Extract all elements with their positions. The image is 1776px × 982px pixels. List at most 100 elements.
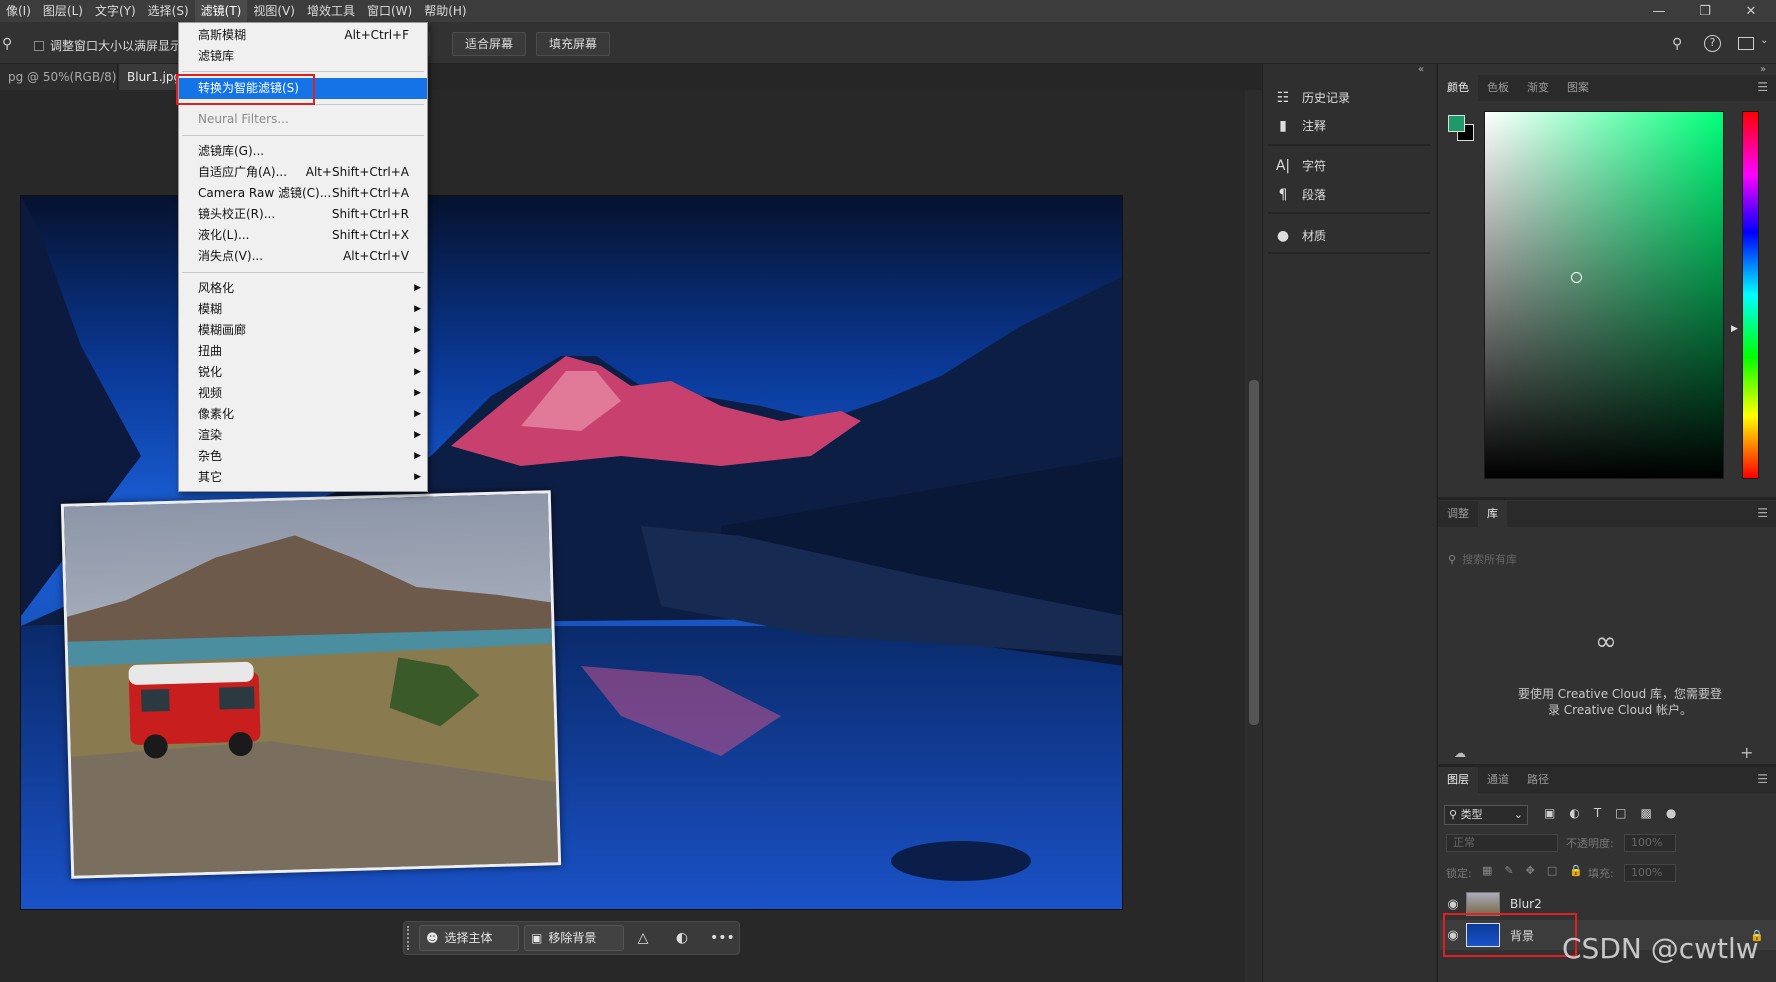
menu-item-other[interactable]: 其它 ▶ xyxy=(179,467,427,488)
restore-icon[interactable]: ❐ xyxy=(1682,0,1728,22)
lock-all-icon[interactable]: 🔒 xyxy=(1569,864,1583,877)
workspace-icon[interactable] xyxy=(1738,37,1754,50)
panel-materials[interactable]: ● 材质 xyxy=(1274,224,1326,248)
help-icon[interactable]: ? xyxy=(1704,35,1721,52)
select-subject-button[interactable]: ☻ 选择主体 xyxy=(419,925,519,951)
menu-item-filter-gallery[interactable]: 滤镜库(G)... xyxy=(179,141,427,162)
tab-swatches[interactable]: 色板 xyxy=(1478,75,1518,101)
collapse-right-icon[interactable]: » xyxy=(1760,64,1766,75)
menu-item-stylize[interactable]: 风格化 ▶ xyxy=(179,278,427,299)
menu-item-vanishing-point[interactable]: 消失点(V)... Alt+Ctrl+V xyxy=(179,246,427,267)
tab-libraries[interactable]: 库 xyxy=(1478,501,1507,527)
lock-artboard-icon[interactable]: □ xyxy=(1547,864,1557,877)
menu-item-render[interactable]: 渲染 ▶ xyxy=(179,425,427,446)
menu-item-sharpen[interactable]: 锐化 ▶ xyxy=(179,362,427,383)
panel-history[interactable]: ☷ 历史记录 xyxy=(1274,86,1350,110)
blend-mode-dropdown[interactable]: 正常 xyxy=(1446,834,1558,852)
smart-object-filter-icon[interactable]: ▩ xyxy=(1641,806,1652,820)
zoom-icon[interactable]: ⚲ xyxy=(2,36,12,52)
menu-item-neural-filters[interactable]: Neural Filters... xyxy=(179,109,427,130)
layer-row-blur2[interactable]: ◉ Blur2 xyxy=(1440,889,1776,919)
menu-item-adaptive-wide-angle[interactable]: 自适应广角(A)... Alt+Shift+Ctrl+A xyxy=(179,162,427,183)
van-landscape-image xyxy=(63,493,562,879)
blur2-layer-photo[interactable] xyxy=(60,490,562,879)
color-picker-cursor[interactable] xyxy=(1571,272,1582,283)
close-icon[interactable]: ✕ xyxy=(1728,0,1774,22)
remove-background-button[interactable]: ▣ 移除背景 xyxy=(524,925,624,951)
menu-plugins[interactable]: 增效工具 xyxy=(301,0,361,22)
color-panel-tabs: 颜色 色板 渐变 图案 xyxy=(1438,75,1776,101)
panel-menu-icon[interactable]: ☰ xyxy=(1757,80,1768,94)
menu-item-distort[interactable]: 扭曲 ▶ xyxy=(179,341,427,362)
menu-item-camera-raw[interactable]: Camera Raw 滤镜(C)... Shift+Ctrl+A xyxy=(179,183,427,204)
pixel-filter-icon[interactable]: ▣ xyxy=(1544,806,1555,820)
resize-window-checkbox[interactable] xyxy=(34,40,44,51)
tab-gradients[interactable]: 渐变 xyxy=(1518,75,1558,101)
menu-item-gaussian-blur[interactable]: 高斯模糊 Alt+Ctrl+F xyxy=(179,25,427,46)
menu-type[interactable]: 文字(Y) xyxy=(89,0,142,22)
fit-screen-button[interactable]: 适合屏幕 xyxy=(452,32,526,56)
color-picker-field[interactable] xyxy=(1484,111,1724,479)
tab-document-1[interactable]: pg @ 50%(RGB/8) × xyxy=(0,64,134,90)
tab-channels[interactable]: 通道 xyxy=(1478,767,1518,793)
panel-paragraph[interactable]: ¶ 段落 xyxy=(1274,183,1326,207)
menu-item-video[interactable]: 视频 ▶ xyxy=(179,383,427,404)
adjustment-filter-icon[interactable]: ◐ xyxy=(1569,806,1579,820)
tab-color[interactable]: 颜色 xyxy=(1438,75,1478,101)
search-icon[interactable]: ⚲ xyxy=(1672,36,1682,52)
filter-toggle-icon[interactable]: ● xyxy=(1666,806,1676,820)
panel-character[interactable]: A| 字符 xyxy=(1274,154,1326,178)
add-icon[interactable]: + xyxy=(1740,743,1753,762)
menu-help[interactable]: 帮助(H) xyxy=(418,0,472,22)
menu-item-blur-gallery[interactable]: 模糊画廊 ▶ xyxy=(179,320,427,341)
menu-filter[interactable]: 滤镜(T) xyxy=(194,0,248,22)
layer-filter-dropdown[interactable]: ⚲ 类型 ⌄ xyxy=(1444,805,1528,825)
more-options-icon[interactable]: ••• xyxy=(710,927,735,949)
opacity-field[interactable]: 100% xyxy=(1624,834,1676,852)
menu-separator xyxy=(182,104,424,105)
tab-patterns[interactable]: 图案 xyxy=(1558,75,1598,101)
menu-item-liquify[interactable]: 液化(L)... Shift+Ctrl+X xyxy=(179,225,427,246)
collapse-left-icon[interactable]: « xyxy=(1418,64,1424,75)
adjustment-icon[interactable]: ◐ xyxy=(671,927,693,949)
lock-move-icon[interactable]: ✥ xyxy=(1526,864,1535,877)
drag-handle-icon[interactable] xyxy=(407,926,411,950)
menu-view[interactable]: 视图(V) xyxy=(247,0,301,22)
shape-filter-icon[interactable]: □ xyxy=(1615,806,1626,820)
menu-window[interactable]: 窗口(W) xyxy=(361,0,418,22)
tab-paths[interactable]: 路径 xyxy=(1518,767,1558,793)
resize-window-option[interactable]: 调整窗口大小以满屏显示 xyxy=(34,37,182,54)
foreground-color-swatch[interactable] xyxy=(1448,115,1465,132)
panel-history-label: 历史记录 xyxy=(1302,91,1351,105)
menu-item-blur[interactable]: 模糊 ▶ xyxy=(179,299,427,320)
fill-field[interactable]: 100% xyxy=(1624,864,1676,882)
menu-image[interactable]: 像(I) xyxy=(0,0,37,22)
menu-item-lens-correction[interactable]: 镜头校正(R)... Shift+Ctrl+R xyxy=(179,204,427,225)
fill-screen-button[interactable]: 填充屏幕 xyxy=(536,32,610,56)
tab-adjustments[interactable]: 调整 xyxy=(1438,501,1478,527)
visibility-eye-icon[interactable]: ◉ xyxy=(1440,897,1466,912)
tab-layers[interactable]: 图层 xyxy=(1438,767,1478,793)
library-search[interactable]: ⚲ 搜索所有库 xyxy=(1448,548,1766,570)
lock-transparency-icon[interactable]: ▦ xyxy=(1482,864,1492,877)
menu-item-pixelate[interactable]: 像素化 ▶ xyxy=(179,404,427,425)
minimize-icon[interactable]: — xyxy=(1636,0,1682,22)
tab-blur1[interactable]: Blur1.jpg xyxy=(119,64,181,90)
menu-layer[interactable]: 图层(L) xyxy=(37,0,89,22)
cloud-sync-icon[interactable]: ☁ xyxy=(1454,746,1466,760)
lock-paint-icon[interactable]: ✎ xyxy=(1504,864,1513,877)
visibility-eye-icon[interactable]: ◉ xyxy=(1440,928,1466,943)
hue-slider-handle-icon[interactable]: ▶ xyxy=(1731,324,1738,334)
chevron-down-icon[interactable]: ⌄ xyxy=(1760,35,1768,46)
menu-item-noise[interactable]: 杂色 ▶ xyxy=(179,446,427,467)
panel-menu-icon[interactable]: ☰ xyxy=(1757,772,1768,786)
menu-item-convert-smart-filters[interactable]: 转换为智能滤镜(S) xyxy=(179,78,427,99)
scrollbar-thumb[interactable] xyxy=(1249,380,1259,725)
menu-item-filter-gallery-recent[interactable]: 滤镜库 xyxy=(179,46,427,67)
transform-icon[interactable]: △ xyxy=(632,927,654,949)
panel-notes[interactable]: ▮ 注释 xyxy=(1274,114,1326,138)
panel-menu-icon[interactable]: ☰ xyxy=(1757,506,1768,520)
hue-slider[interactable] xyxy=(1742,111,1759,479)
menu-select[interactable]: 选择(S) xyxy=(142,0,195,22)
type-filter-icon[interactable]: T xyxy=(1594,806,1601,820)
